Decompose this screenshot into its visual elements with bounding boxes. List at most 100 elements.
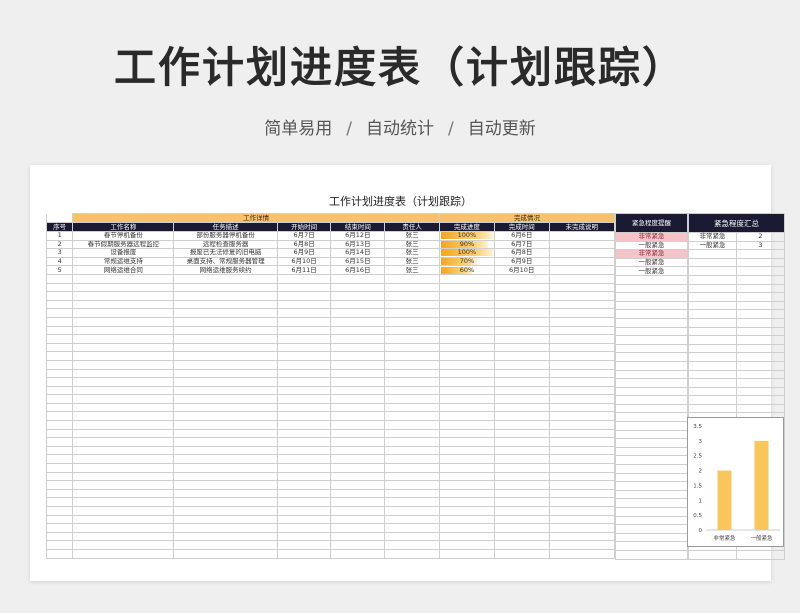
empty-cell — [688, 335, 737, 345]
empty-cell — [45, 488, 74, 499]
empty-cell — [493, 454, 550, 465]
table-row — [615, 343, 688, 354]
empty-cell — [548, 488, 616, 499]
empty-cell — [45, 334, 74, 344]
empty-cell — [173, 420, 278, 430]
table-row — [45, 351, 616, 361]
empty-cell — [173, 299, 278, 310]
empty-cell — [548, 548, 616, 559]
empty-cell — [45, 531, 74, 542]
empty-cell — [736, 360, 785, 371]
table-cell: 桌面支持、常规服务器管理 — [173, 256, 278, 267]
empty-cell — [384, 316, 441, 327]
table-row — [45, 385, 616, 396]
table-cell: 6月10日 — [276, 256, 332, 267]
empty-cell — [384, 411, 441, 422]
empty-cell — [615, 549, 688, 560]
empty-cell — [548, 531, 616, 542]
empty-cell — [384, 523, 441, 533]
summary-count: 2 — [736, 232, 785, 242]
empty-cell — [439, 291, 495, 301]
table-row — [45, 463, 616, 473]
empty-cell — [45, 420, 74, 430]
table-row — [45, 316, 616, 327]
table-cell: 远程检查服务器 — [173, 239, 278, 250]
table-row — [688, 317, 785, 328]
table-row — [688, 274, 785, 285]
empty-cell — [72, 506, 175, 516]
empty-cell — [493, 497, 550, 507]
table-row: 一般紧急 — [615, 257, 688, 268]
empty-cell — [615, 421, 688, 431]
empty-cell — [493, 480, 550, 490]
empty-cell — [615, 274, 688, 285]
progress-bar: 70% — [441, 258, 493, 265]
empty-cell — [276, 497, 332, 507]
empty-cell — [173, 368, 278, 379]
empty-cell — [330, 523, 386, 533]
empty-cell — [439, 480, 495, 490]
table-row — [615, 438, 688, 448]
empty-cell — [688, 309, 737, 319]
empty-cell — [173, 497, 278, 507]
group-header-completion: 完成情况 — [439, 213, 615, 223]
empty-cell — [72, 316, 175, 327]
empty-cell — [384, 377, 441, 387]
column-header: 完成进度 — [439, 222, 495, 232]
table-cell: 6月15日 — [330, 256, 386, 267]
table-row — [615, 369, 688, 380]
empty-cell — [548, 377, 616, 387]
empty-cell — [384, 273, 441, 284]
table-row: 非常紧急 2 — [688, 232, 785, 242]
table-row — [615, 300, 688, 311]
empty-cell — [72, 420, 175, 430]
urgency-header: 紧急程度提醒 — [615, 213, 688, 233]
empty-cell — [384, 385, 441, 396]
progress-label: 90% — [459, 240, 475, 248]
empty-cell — [548, 428, 616, 439]
table-row — [688, 549, 785, 560]
empty-cell — [72, 540, 175, 550]
table-row — [615, 395, 688, 405]
progress-bar: 100% — [441, 249, 493, 257]
empty-cell — [736, 326, 785, 337]
empty-cell — [330, 540, 386, 550]
empty-cell — [276, 506, 332, 516]
table-cell: 张三 — [384, 256, 441, 267]
empty-cell — [493, 282, 550, 293]
table-row — [615, 446, 688, 457]
y-tick-label: 0 — [699, 528, 703, 534]
empty-cell — [688, 352, 737, 362]
table-cell — [548, 239, 616, 250]
table-row — [615, 507, 688, 517]
empty-cell — [384, 402, 441, 413]
empty-cell — [72, 334, 175, 344]
empty-cell — [736, 257, 785, 268]
empty-cell — [439, 377, 495, 387]
empty-cell — [45, 282, 74, 293]
empty-cell — [72, 402, 175, 413]
empty-cell — [276, 531, 332, 542]
empty-cell — [548, 316, 616, 327]
empty-cell — [173, 531, 278, 542]
empty-cell — [615, 515, 688, 526]
empty-cell — [688, 292, 737, 302]
empty-cell — [615, 378, 688, 388]
empty-cell — [45, 368, 74, 379]
empty-cell — [548, 497, 616, 507]
empty-cell — [688, 266, 737, 276]
progress-cell: 60% — [439, 265, 495, 275]
table-cell — [548, 231, 616, 241]
empty-cell — [45, 299, 74, 310]
table-cell — [548, 265, 616, 275]
chart-bar — [754, 440, 769, 530]
empty-cell — [615, 326, 688, 337]
empty-cell — [548, 308, 616, 318]
empty-cell — [615, 403, 688, 414]
spreadsheet-preview: 工作计划进度表（计划跟踪） 工作详情 完成情况 序号 工作名称 任务描述 开始时… — [30, 165, 785, 581]
empty-cell — [72, 377, 175, 387]
sheet-title: 工作计划进度表（计划跟踪） — [329, 195, 472, 208]
table-row — [688, 403, 785, 414]
empty-cell — [439, 316, 495, 327]
empty-cell — [173, 273, 278, 284]
